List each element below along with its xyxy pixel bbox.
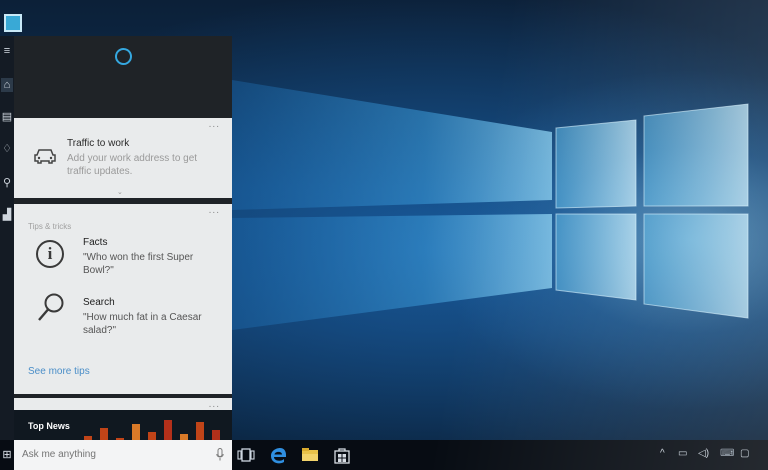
traffic-title: Traffic to work	[67, 138, 130, 149]
task-view-icon[interactable]	[236, 445, 256, 465]
light-pane	[232, 80, 552, 210]
window-pane	[555, 119, 637, 209]
feedback-icon[interactable]: ⚲	[1, 176, 13, 190]
settings-icon[interactable]: ▟	[1, 208, 13, 222]
volume-icon[interactable]: ◁)	[698, 448, 709, 460]
desktop-app-icon[interactable]	[4, 14, 22, 32]
file-explorer-icon[interactable]	[300, 445, 320, 465]
lightbulb-icon[interactable]: ♢	[1, 142, 13, 156]
battery-icon[interactable]: ▭	[678, 448, 687, 460]
home-icon[interactable]: ⌂	[1, 78, 13, 92]
microphone-icon[interactable]	[216, 448, 224, 461]
window-pane	[643, 213, 749, 319]
card-more-button[interactable]: ...	[209, 119, 220, 130]
search-tip-title[interactable]: Search	[83, 297, 115, 308]
facts-title[interactable]: Facts	[83, 237, 107, 248]
car-icon	[34, 149, 56, 164]
cortana-rail: ≡ ⌂ ▤ ♢ ⚲ ▟	[0, 36, 14, 440]
light-pane	[232, 214, 552, 330]
hamburger-menu-icon[interactable]: ≡	[1, 44, 13, 58]
store-icon[interactable]	[332, 445, 352, 465]
news-label: Top News	[28, 421, 70, 431]
info-icon: i	[36, 240, 64, 268]
start-button[interactable]: ⊞	[0, 440, 14, 470]
tips-card: ... Tips & tricks i Facts "Who won the f…	[14, 204, 232, 394]
window-pane	[643, 103, 749, 207]
notebook-icon[interactable]: ▤	[1, 110, 13, 124]
show-hidden-icons-chevron[interactable]: ^	[660, 448, 665, 460]
search-tip-example[interactable]: "How much fat in a Caesar salad?"	[83, 311, 208, 337]
edge-icon[interactable]	[268, 445, 288, 465]
cortana-panel: ... Traffic to work Add your work addres…	[14, 36, 232, 450]
keyboard-icon[interactable]: ⌨	[720, 448, 734, 460]
see-more-tips-link[interactable]: See more tips	[28, 366, 90, 377]
cortana-icon	[115, 48, 132, 65]
traffic-card[interactable]: ... Traffic to work Add your work addres…	[14, 118, 232, 198]
search-input[interactable]	[22, 449, 192, 460]
desktop: ≡ ⌂ ▤ ♢ ⚲ ▟ ... Traffic to work Add your…	[0, 0, 768, 470]
magnifier-icon	[38, 293, 64, 321]
window-pane	[555, 213, 637, 301]
facts-example[interactable]: "Who won the first Super Bowl?"	[83, 251, 203, 277]
traffic-subtitle: Add your work address to get traffic upd…	[67, 153, 198, 177]
chevron-down-icon[interactable]: ⌄	[117, 188, 123, 196]
notifications-icon[interactable]: ▢	[740, 448, 749, 460]
card-more-button[interactable]: ...	[209, 205, 220, 216]
tips-heading: Tips & tricks	[28, 222, 72, 231]
card-more-button[interactable]: ...	[209, 399, 220, 410]
cortana-search-box[interactable]	[14, 440, 232, 470]
